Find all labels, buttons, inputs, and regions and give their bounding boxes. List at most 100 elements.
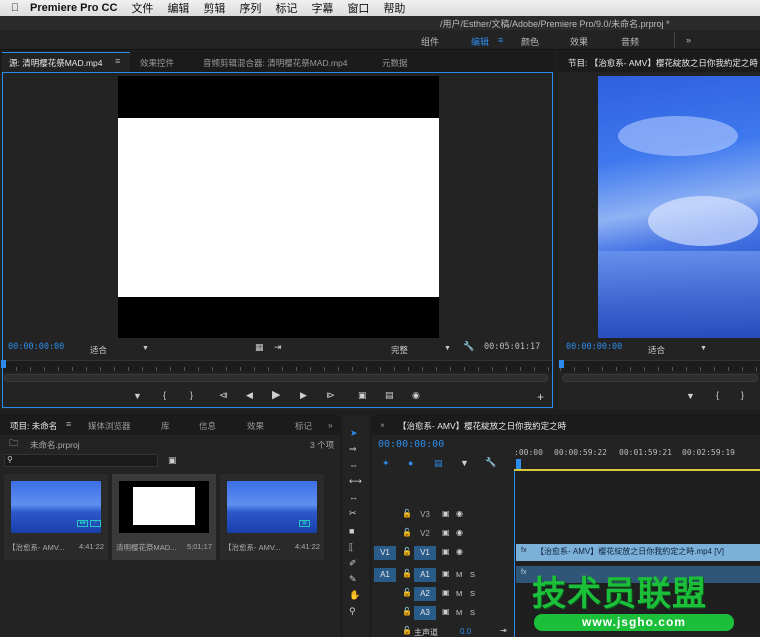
apple-icon[interactable]:  [0,2,30,14]
workspace-audio[interactable]: 音频 [621,35,639,48]
workspace-color[interactable]: 颜色 [521,35,539,48]
video-clip[interactable]: fx 【治愈系- AMV】樱花綻放之日你我約定之時.mp4 [V] [516,544,760,561]
program-playhead-timecode[interactable]: 00:00:00:00 [566,342,622,352]
source-patch-a1[interactable]: A1 [374,568,396,582]
tab-libraries[interactable]: 库 [161,420,170,432]
linked-selection-icon[interactable]: ● [408,459,413,468]
add-button-icon[interactable]: + [537,391,544,403]
sync-lock-icon[interactable]: ▣ [442,608,450,616]
mute-button[interactable]: M [456,589,462,598]
menu-clip[interactable]: 剪辑 [203,0,225,16]
slide-tool-icon[interactable]: ⟦ [349,543,353,552]
snap-icon[interactable]: ✦ [382,459,390,468]
selection-tool-icon[interactable]: ➤ [350,429,358,438]
chevron-down-icon[interactable]: ▼ [444,345,451,352]
sync-lock-icon[interactable]: ▣ [442,589,450,597]
source-video-frame[interactable] [118,76,439,338]
program-zoom-select[interactable]: 适合 [648,344,665,356]
track-label[interactable]: A3 [414,606,436,620]
mute-button[interactable]: M [456,570,462,579]
timeline-playhead[interactable] [516,459,521,469]
drag-video-icon[interactable]: ⇥ [274,343,282,352]
tab-effects[interactable]: 效果 [247,420,264,432]
sync-lock-icon[interactable]: ▣ [442,510,450,518]
pen-tool-icon[interactable]: ✎ [349,575,357,584]
track-select-tool-icon[interactable]: ⇒ [349,445,357,454]
master-volume-value[interactable]: 0.0 [460,627,471,636]
solo-button[interactable]: S [470,589,475,598]
insert-icon[interactable]: ▣ [358,391,367,400]
workspace-effects[interactable]: 效果 [570,35,588,48]
wrench-icon[interactable]: 🔧 [463,342,474,351]
timeline-close-icon[interactable]: × [380,420,385,430]
project-tabs-overflow-icon[interactable]: » [328,420,333,430]
new-bin-icon[interactable]: ▣ [168,456,177,465]
rolling-edit-tool-icon[interactable]: ⟷ [349,477,362,486]
lock-icon[interactable]: 🔓 [402,529,412,537]
tab-info[interactable]: 信息 [199,420,216,432]
timeline-playhead-timecode[interactable]: 00:00:00:00 [378,439,444,450]
source-tab-menu-icon[interactable]: ≡ [115,56,120,66]
tab-program[interactable]: 节目: 【治愈系- AMV】樱花綻放之日你我約定之時 [568,57,758,69]
menu-file[interactable]: 文件 [131,0,153,16]
lock-icon[interactable]: 🔓 [402,548,412,556]
lock-icon[interactable]: 🔓 [402,589,412,597]
workspace-overflow-icon[interactable]: » [686,35,691,45]
lock-icon[interactable]: 🔓 [402,608,412,616]
sync-lock-icon[interactable]: ▣ [442,548,450,556]
project-item[interactable]: ▦ 【治愈系- AMV... 4:41:22 [220,474,324,560]
mark-out-icon[interactable]: } [190,391,193,400]
menu-marker[interactable]: 标记 [275,0,297,16]
lock-icon[interactable]: 🔓 [402,510,412,518]
sync-lock-icon[interactable]: ▣ [442,570,450,578]
eye-icon[interactable]: ◉ [456,510,463,518]
program-time-ruler[interactable] [560,360,760,372]
menu-sequence[interactable]: 序列 [239,0,261,16]
program-video-frame[interactable] [598,76,760,338]
wrench-icon[interactable]: 🔧 [485,458,496,467]
workspace-editing[interactable]: 编辑 [471,35,489,48]
solo-button[interactable]: S [470,608,475,617]
track-label[interactable]: V1 [414,546,436,560]
tab-audio-clip-mixer[interactable]: 音频剪辑混合器: 清明樱花祭MAD.mp4 [203,57,348,69]
track-label[interactable]: A2 [414,587,436,601]
eye-icon[interactable]: ◉ [456,529,463,537]
film-settings-icon[interactable]: ▦ [255,343,264,352]
source-zoom-select[interactable]: 适合 [90,344,107,356]
workspace-assembly[interactable]: 组件 [421,35,439,48]
menu-edit[interactable]: 编辑 [167,0,189,16]
app-name-menu[interactable]: Premiere Pro CC [30,2,117,14]
add-marker-icon[interactable]: ▼ [460,459,469,468]
step-back-icon[interactable]: ◀ [246,391,253,400]
eye-icon[interactable]: ◉ [456,548,463,556]
timeline-time-ruler[interactable]: :00:00 00:00:59:22 00:01:59:21 00:02:59:… [514,435,760,471]
mute-button[interactable]: M [456,608,462,617]
program-playhead[interactable] [559,360,564,368]
menu-window[interactable]: 窗口 [347,0,369,16]
menu-title[interactable]: 字幕 [311,0,333,16]
go-to-out-icon[interactable]: ⧐ [326,391,335,400]
add-marker-icon[interactable]: ▤ [434,459,443,468]
tab-markers[interactable]: 标记 [295,420,312,432]
mark-in-icon[interactable]: { [716,391,719,400]
source-patch-v1[interactable]: V1 [374,546,396,560]
add-marker-icon[interactable]: ▼ [133,392,142,401]
tab-source[interactable]: 源: 清明樱花祭MAD.mp4 [9,57,103,69]
lock-icon[interactable]: 🔓 [402,627,412,635]
go-to-end-icon[interactable]: ⇥ [500,627,507,635]
source-playhead-timecode[interactable]: 00:00:00:00 [8,342,64,352]
solo-button[interactable]: S [470,570,475,579]
tab-metadata[interactable]: 元数据 [382,57,408,69]
slip-tool-icon[interactable]: ■ [349,527,354,536]
add-marker-icon[interactable]: ▼ [686,392,695,401]
mark-out-icon[interactable]: } [741,391,744,400]
overwrite-icon[interactable]: ▤ [385,391,394,400]
tab-media-browser[interactable]: 媒体浏览器 [88,420,131,432]
project-tab-menu-icon[interactable]: ≡ [66,419,71,429]
menu-help[interactable]: 帮助 [383,0,405,16]
project-search-input[interactable]: ⚲ [4,454,158,467]
source-playhead[interactable] [1,360,6,368]
tab-project[interactable]: 项目: 未命名 [10,420,57,432]
mark-in-icon[interactable]: { [163,391,166,400]
play-icon[interactable]: ▶ [272,390,280,401]
